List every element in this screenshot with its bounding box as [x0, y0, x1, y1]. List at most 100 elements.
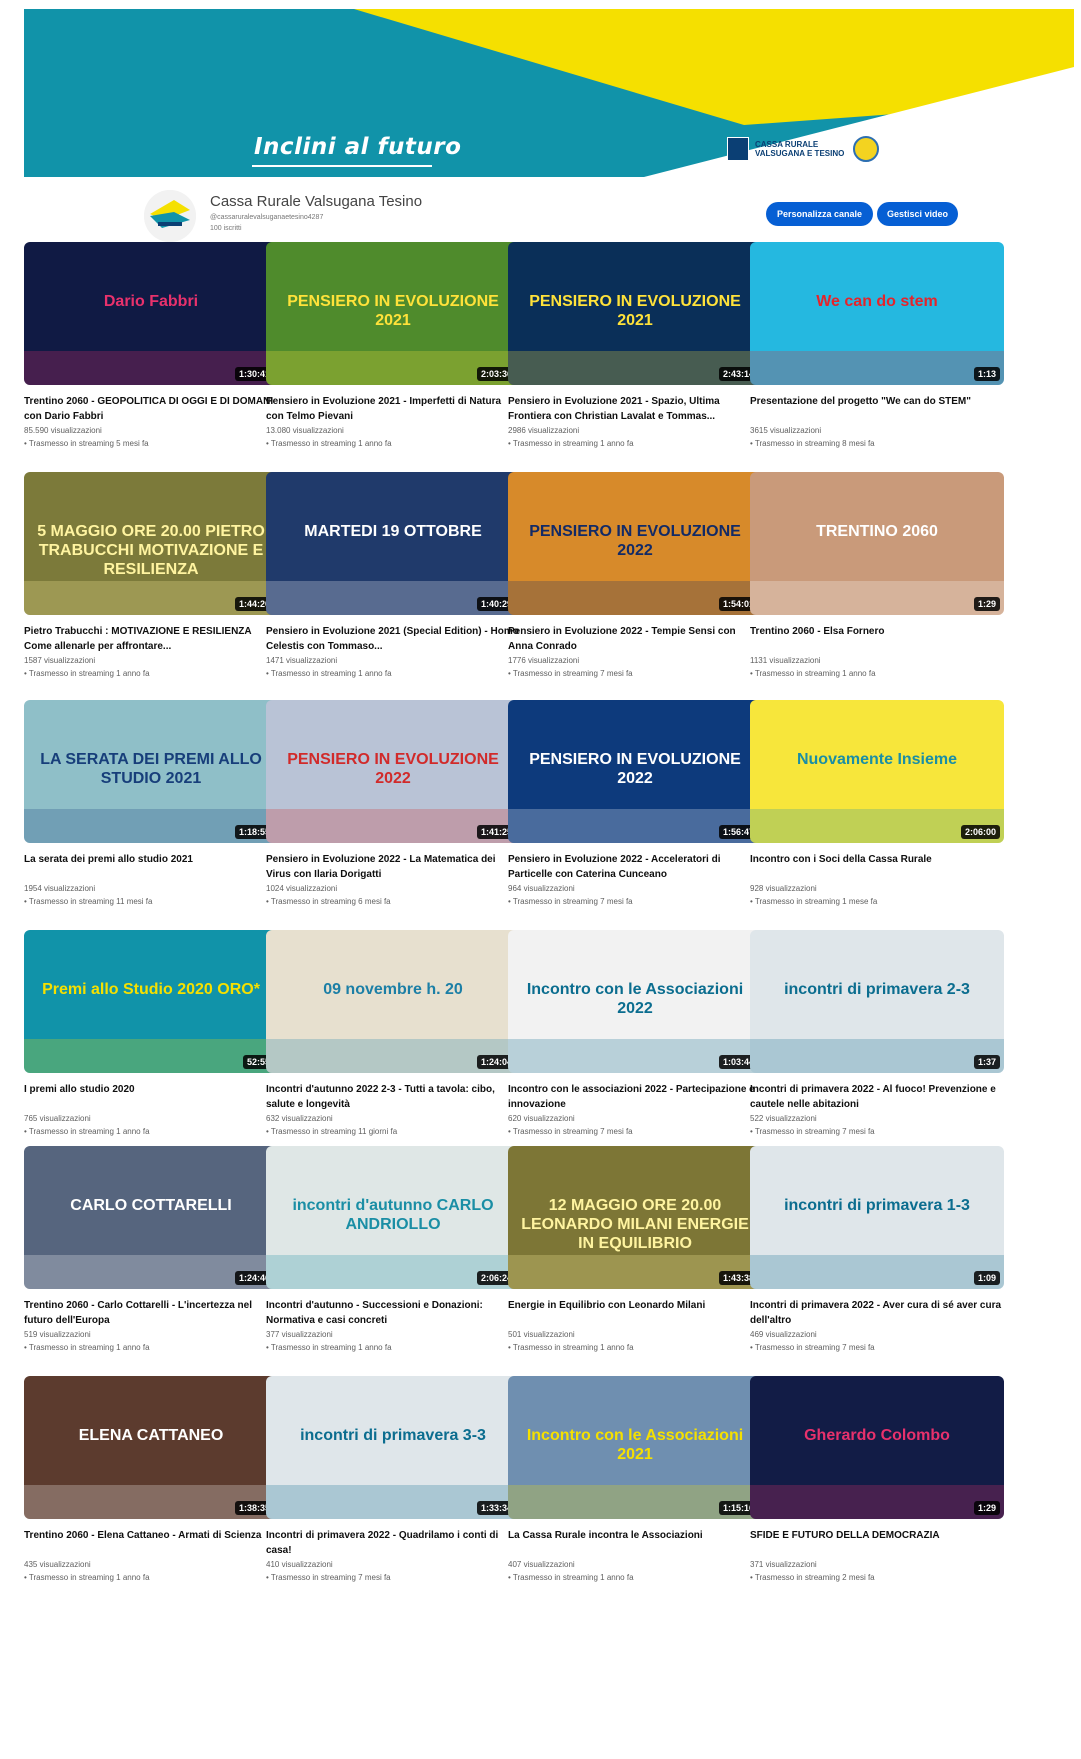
stream-date: • Trasmesso in streaming 6 mesi fa [266, 897, 391, 906]
video-card[interactable]: We can do stem 1:13 Presentazione del prog… [750, 242, 1004, 450]
avatar-logo-icon [144, 190, 196, 242]
video-title[interactable]: Trentino 2060 - Elsa Fornero [750, 624, 1004, 654]
video-card[interactable]: LA SERATA DEI PREMI ALLO STUDIO 2021 1:18… [24, 700, 278, 908]
video-thumbnail[interactable]: Incontro con le Associazioni 2021 1:15:16 [508, 1376, 762, 1519]
video-thumbnail[interactable]: Gherardo Colombo 1:29 [750, 1376, 1004, 1519]
video-thumbnail[interactable]: PENSIERO IN EVOLUZIONE 2021 2:43:14 [508, 242, 762, 385]
duration-badge: 1:37 [973, 1055, 1000, 1069]
video-card[interactable]: MARTEDI 19 OTTOBRE 1:40:29 Pensiero in Evo… [266, 472, 520, 680]
video-card[interactable]: Nuovamente Insieme 2:06:00 Incontro con i … [750, 700, 1004, 908]
view-count: 632 visualizzazioni [266, 1114, 333, 1123]
video-card[interactable]: PENSIERO IN EVOLUZIONE 2022 1:56:47 Pensie… [508, 700, 762, 908]
video-title[interactable]: Trentino 2060 - Carlo Cottarelli - L'inc… [24, 1298, 278, 1328]
video-title[interactable]: Pietro Trabucchi : MOTIVAZIONE E RESILIE… [24, 624, 278, 654]
banner-slogan: Inclini al futuro [254, 134, 462, 160]
manage-videos-button[interactable]: Gestisci video [877, 202, 958, 226]
video-title[interactable]: Pensiero in Evoluzione 2021 (Special Edi… [266, 624, 520, 654]
video-thumbnail[interactable]: Nuovamente Insieme 2:06:00 [750, 700, 1004, 843]
video-title[interactable]: Incontro con i Soci della Cassa Rurale [750, 852, 1004, 882]
video-thumbnail[interactable]: Incontro con le Associazioni 2022 1:03:44 [508, 930, 762, 1073]
view-count: 469 visualizzazioni [750, 1330, 817, 1339]
video-thumbnail[interactable]: PENSIERO IN EVOLUZIONE 2022 1:41:25 [266, 700, 520, 843]
thumbnail-text: 12 MAGGIO ORE 20.00 LEONARDO MILANI ENER… [521, 1197, 749, 1252]
video-title[interactable]: Incontri d'autunno 2022 2-3 - Tutti a ta… [266, 1082, 520, 1112]
video-thumbnail[interactable]: incontri di primavera 1-3 1:09 [750, 1146, 1004, 1289]
view-count: 501 visualizzazioni [508, 1330, 575, 1339]
video-title[interactable]: Incontri d'autunno - Successioni e Donaz… [266, 1298, 520, 1328]
video-title[interactable]: Incontri di primavera 2022 - Al fuoco! P… [750, 1082, 1004, 1112]
thumbnail-text: PENSIERO IN EVOLUZIONE 2021 [529, 293, 741, 329]
video-card[interactable]: 5 MAGGIO ORE 20.00 PIETRO TRABUCCHI MOTI… [24, 472, 278, 680]
video-thumbnail[interactable]: LA SERATA DEI PREMI ALLO STUDIO 2021 1:18… [24, 700, 278, 843]
thumbnail-text: 5 MAGGIO ORE 20.00 PIETRO TRABUCCHI MOTI… [37, 523, 265, 578]
thumbnail-text: TRENTINO 2060 [816, 523, 938, 540]
video-title[interactable]: Incontri di primavera 2022 - Quadrilamo … [266, 1528, 520, 1558]
video-card[interactable]: Incontro con le Associazioni 2022 1:03:44… [508, 930, 762, 1138]
video-card[interactable]: 09 novembre h. 20 1:24:04 Incontri d'autun… [266, 930, 520, 1138]
video-card[interactable]: Incontro con le Associazioni 2021 1:15:16… [508, 1376, 762, 1584]
video-thumbnail[interactable]: 09 novembre h. 20 1:24:04 [266, 930, 520, 1073]
video-card[interactable]: incontri di primavera 3-3 1:33:34 Incontri… [266, 1376, 520, 1584]
thumbnail-text: LA SERATA DEI PREMI ALLO STUDIO 2021 [40, 751, 262, 787]
video-card[interactable]: 12 MAGGIO ORE 20.00 LEONARDO MILANI ENER… [508, 1146, 762, 1354]
video-thumbnail[interactable]: 12 MAGGIO ORE 20.00 LEONARDO MILANI ENER… [508, 1146, 762, 1289]
thumbnail-text: Premi allo Studio 2020 ORO* [42, 981, 260, 998]
video-thumbnail[interactable]: PENSIERO IN EVOLUZIONE 2022 1:54:01 [508, 472, 762, 615]
video-title[interactable]: Trentino 2060 - Elena Cattaneo - Armati … [24, 1528, 278, 1558]
video-title[interactable]: Pensiero in Evoluzione 2021 - Imperfetti… [266, 394, 520, 424]
video-thumbnail[interactable]: ELENA CATTANEO 1:38:35 [24, 1376, 278, 1519]
video-thumbnail[interactable]: We can do stem 1:13 [750, 242, 1004, 385]
video-thumbnail[interactable]: incontri di primavera 3-3 1:33:34 [266, 1376, 520, 1519]
video-card[interactable]: PENSIERO IN EVOLUZIONE 2022 1:41:25 Pensie… [266, 700, 520, 908]
thumbnail-accent [750, 1039, 1004, 1073]
customize-channel-button[interactable]: Personalizza canale [766, 202, 873, 226]
video-card[interactable]: CARLO COTTARELLI 1:24:46 Trentino 2060 - C… [24, 1146, 278, 1354]
video-title[interactable]: Energie in Equilibrio con Leonardo Milan… [508, 1298, 762, 1328]
video-thumbnail[interactable]: TRENTINO 2060 1:29 [750, 472, 1004, 615]
video-thumbnail[interactable]: Premi allo Studio 2020 ORO* 52:55 [24, 930, 278, 1073]
video-title[interactable]: La Cassa Rurale incontra le Associazioni [508, 1528, 762, 1558]
video-title[interactable]: Presentazione del progetto "We can do ST… [750, 394, 1004, 424]
stream-date: • Trasmesso in streaming 1 anno fa [24, 669, 150, 678]
video-title[interactable]: La serata dei premi allo studio 2021 [24, 852, 278, 882]
video-card[interactable]: TRENTINO 2060 1:29 Trentino 2060 - Elsa Fo… [750, 472, 1004, 680]
video-title[interactable]: Pensiero in Evoluzione 2022 - Accelerato… [508, 852, 762, 882]
video-thumbnail[interactable]: PENSIERO IN EVOLUZIONE 2022 1:56:47 [508, 700, 762, 843]
video-card[interactable]: ELENA CATTANEO 1:38:35 Trentino 2060 - Ele… [24, 1376, 278, 1584]
thumbnail-text: Dario Fabbri [103, 293, 199, 310]
stream-date: • Trasmesso in streaming 2 mesi fa [750, 1573, 875, 1582]
video-thumbnail[interactable]: MARTEDI 19 OTTOBRE 1:40:29 [266, 472, 520, 615]
video-thumbnail[interactable]: 5 MAGGIO ORE 20.00 PIETRO TRABUCCHI MOTI… [24, 472, 278, 615]
channel-avatar[interactable] [144, 190, 196, 242]
video-card[interactable]: Premi allo Studio 2020 ORO* 52:55 I premi … [24, 930, 278, 1138]
banner-graphic [24, 9, 1074, 177]
stream-date: • Trasmesso in streaming 1 anno fa [508, 1573, 634, 1582]
video-thumbnail[interactable]: incontri d'autunno CARLO ANDRIOLLO 2:06:2… [266, 1146, 520, 1289]
stream-date: • Trasmesso in streaming 1 anno fa [266, 439, 392, 448]
duration-badge: 1:09 [973, 1271, 1000, 1285]
stream-date: • Trasmesso in streaming 1 anno fa [750, 669, 876, 678]
video-card[interactable]: incontri di primavera 1-3 1:09 Incontri di… [750, 1146, 1004, 1354]
video-title[interactable]: Pensiero in Evoluzione 2021 - Spazio, Ul… [508, 394, 762, 424]
video-title[interactable]: Incontri di primavera 2022 - Aver cura d… [750, 1298, 1004, 1328]
video-title[interactable]: I premi allo studio 2020 [24, 1082, 278, 1112]
video-title[interactable]: Pensiero in Evoluzione 2022 - La Matemat… [266, 852, 520, 882]
video-card[interactable]: incontri d'autunno CARLO ANDRIOLLO 2:06:2… [266, 1146, 520, 1354]
video-title[interactable]: Pensiero in Evoluzione 2022 - Tempie Sen… [508, 624, 762, 654]
video-title[interactable]: Incontro con le associazioni 2022 - Part… [508, 1082, 762, 1112]
duration-badge: 2:06:00 [960, 825, 1000, 839]
video-card[interactable]: Dario Fabbri 1:30:41 Trentino 2060 - GEOPO… [24, 242, 278, 450]
video-thumbnail[interactable]: Dario Fabbri 1:30:41 [24, 242, 278, 385]
video-card[interactable]: PENSIERO IN EVOLUZIONE 2021 2:03:36 Pensie… [266, 242, 520, 450]
video-thumbnail[interactable]: PENSIERO IN EVOLUZIONE 2021 2:03:36 [266, 242, 520, 385]
video-title[interactable]: Trentino 2060 - GEOPOLITICA DI OGGI E DI… [24, 394, 278, 424]
video-thumbnail[interactable]: incontri di primavera 2-3 1:37 [750, 930, 1004, 1073]
video-card[interactable]: incontri di primavera 2-3 1:37 Incontri di… [750, 930, 1004, 1138]
thumbnail-text: PENSIERO IN EVOLUZIONE 2021 [287, 293, 499, 329]
video-title[interactable]: SFIDE E FUTURO DELLA DEMOCRAZIA [750, 1528, 1004, 1558]
video-card[interactable]: PENSIERO IN EVOLUZIONE 2022 1:54:01 Pensie… [508, 472, 762, 680]
thumbnail-text: incontri di primavera 3-3 [300, 1427, 486, 1444]
video-card[interactable]: Gherardo Colombo 1:29 SFIDE E FUTURO DELLA… [750, 1376, 1004, 1584]
video-card[interactable]: PENSIERO IN EVOLUZIONE 2021 2:43:14 Pensie… [508, 242, 762, 450]
video-thumbnail[interactable]: CARLO COTTARELLI 1:24:46 [24, 1146, 278, 1289]
